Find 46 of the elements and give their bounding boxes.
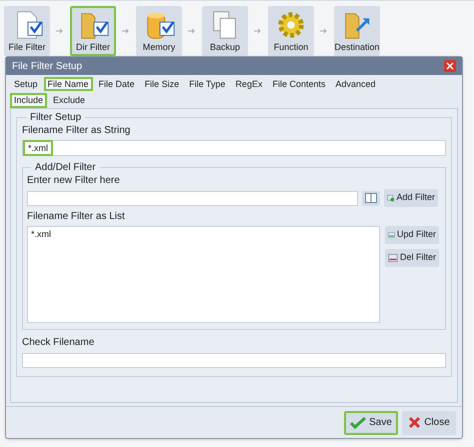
panel-icon [365,193,377,203]
tab[interactable]: Advanced [331,77,380,91]
link-arrow-icon [254,28,262,34]
update-filter-button[interactable]: Upd Filter [385,226,439,244]
window-title: File Filter Setup [12,60,82,74]
toolbar-button[interactable]: Memory [136,6,182,56]
filter-list[interactable]: *.xml [27,226,380,323]
list-item[interactable]: *.xml [31,229,376,240]
tab[interactable]: File Type [185,77,230,91]
input-field[interactable] [27,190,358,206]
group-title: Add/Del Filter [34,161,97,175]
toolbar-button[interactable]: Backup [202,6,248,56]
field-label: Check Filename [22,337,96,349]
field-label: Enter new Filter here [27,175,121,187]
field-label: Filename Filter as List [27,211,126,223]
tab[interactable]: File Date [94,77,139,91]
field-value: *.xml [23,140,53,156]
tab[interactable]: File Contents [268,77,330,91]
toolbar-button[interactable]: Destination [334,6,380,56]
tab[interactable]: RegEx [231,77,266,91]
link-arrow-icon [188,28,196,34]
delete-icon [388,251,398,265]
close-button[interactable] [444,60,456,72]
close-icon [408,416,422,429]
tab[interactable]: File Name [44,77,93,91]
link-arrow-icon [320,28,328,34]
field-label: Filename Filter as String [22,125,132,137]
close-button[interactable]: Close [402,410,456,434]
save-button[interactable]: Save [344,410,398,434]
tab[interactable]: Exclude [49,92,90,108]
tab[interactable]: Setup [10,77,42,91]
tab[interactable]: File Size [140,77,184,91]
group-title: Filter Setup [29,111,82,125]
browse-button[interactable] [362,190,380,206]
add-filter-button[interactable]: Add Filter [384,189,438,207]
delete-filter-button[interactable]: Del Filter [385,249,439,267]
toolbar-button[interactable]: File Filter [4,6,50,56]
checkmark-icon [350,416,366,428]
tab[interactable]: Include [10,92,48,108]
toolbar-button[interactable]: Function [268,6,314,56]
input-field[interactable] [22,353,446,368]
close-icon [446,62,454,70]
link-arrow-icon [56,28,64,34]
input-field[interactable]: *.xml [22,140,446,156]
toolbar-button[interactable]: Dir Filter [70,6,116,56]
link-arrow-icon [122,28,130,34]
